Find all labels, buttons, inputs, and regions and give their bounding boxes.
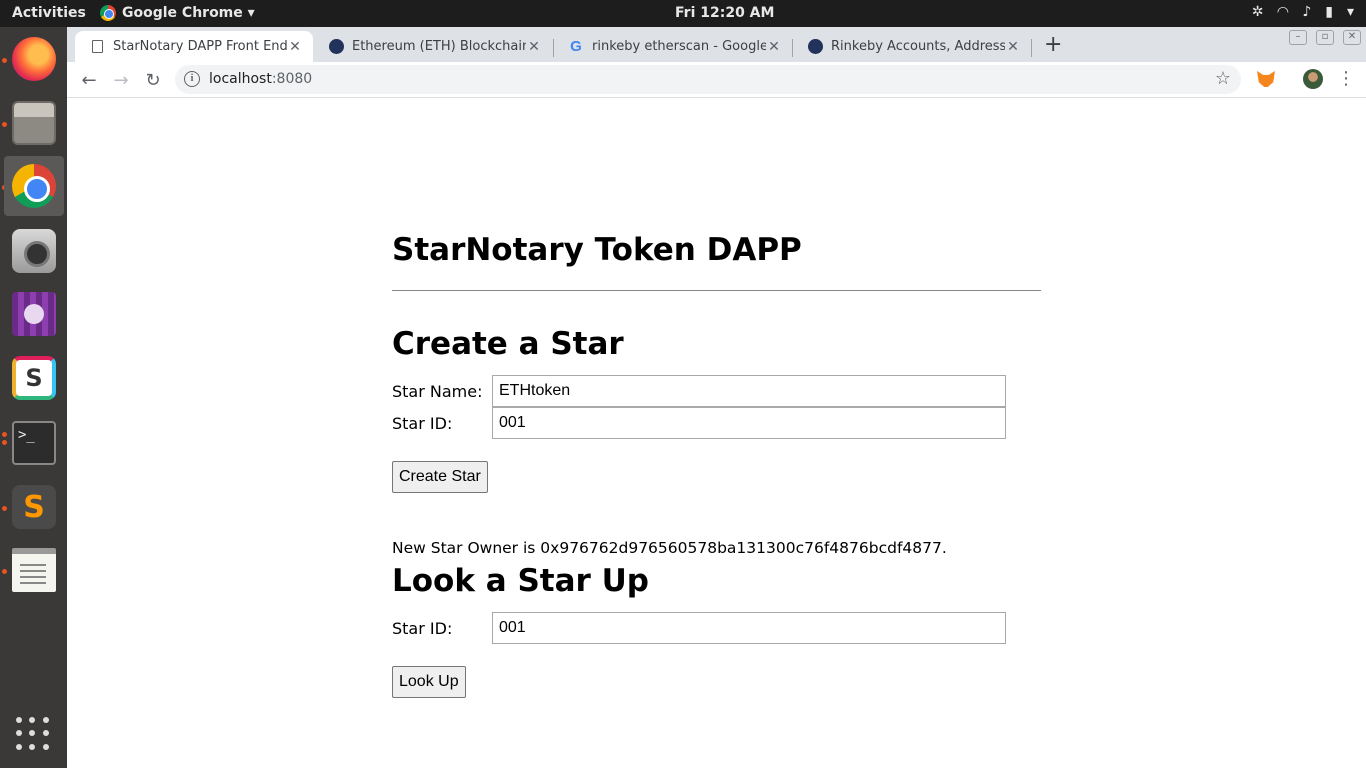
chrome-icon: [100, 5, 116, 21]
system-tray[interactable]: ✲ ◠ ♪ ▮ ▾: [1252, 4, 1354, 20]
star-name-input[interactable]: [492, 375, 1006, 407]
create-star-button[interactable]: Create Star: [392, 461, 488, 493]
back-button[interactable]: ←: [77, 68, 101, 92]
volume-icon[interactable]: ♪: [1302, 4, 1311, 20]
url-text[interactable]: localhost:8080: [209, 71, 312, 87]
metamask-fox-icon[interactable]: [1257, 71, 1275, 87]
etherscan-icon: [807, 39, 823, 54]
web-page: StarNotary Token DAPP Create a Star Star…: [67, 99, 1366, 768]
app-menu-label: Google Chrome ▾: [122, 5, 255, 21]
look-up-button[interactable]: Look Up: [392, 666, 466, 698]
star-id-label: Star ID:: [392, 414, 453, 433]
close-window-button[interactable]: ✕: [1343, 30, 1361, 45]
tab-title: Ethereum (ETH) Blockchain Explorer: [352, 39, 526, 54]
dock-camera[interactable]: [4, 221, 64, 281]
chevron-down-icon[interactable]: ▾: [1347, 4, 1354, 20]
lookup-star-id-label: Star ID:: [392, 619, 453, 638]
address-bar[interactable]: i localhost:8080 ☆: [175, 65, 1241, 94]
sublime-icon: [12, 485, 56, 529]
lookup-star-heading: Look a Star Up: [392, 563, 649, 599]
dock-sublime[interactable]: [4, 477, 64, 537]
tab-strip: StarNotary DAPP Front End ✕ Ethereum (ET…: [67, 27, 1366, 62]
tab-google-search[interactable]: G rinkeby etherscan - Google Search ✕: [554, 31, 792, 62]
reload-button[interactable]: ↻: [141, 68, 165, 92]
profile-avatar[interactable]: [1303, 69, 1323, 89]
page-title: StarNotary Token DAPP: [392, 232, 802, 268]
etherscan-icon: [328, 39, 344, 54]
create-star-heading: Create a Star: [392, 326, 624, 362]
star-name-label: Star Name:: [392, 382, 483, 401]
dock-video[interactable]: [4, 284, 64, 344]
close-icon[interactable]: ✕: [526, 39, 542, 55]
dock-firefox[interactable]: [4, 29, 64, 89]
close-icon[interactable]: ✕: [766, 39, 782, 55]
activities-button[interactable]: Activities: [12, 5, 86, 21]
new-tab-button[interactable]: +: [1044, 32, 1062, 57]
tab-etherscan[interactable]: Ethereum (ETH) Blockchain Explorer ✕: [314, 31, 552, 62]
forward-button[interactable]: →: [109, 68, 133, 92]
files-icon: [12, 101, 56, 145]
chrome-icon: [12, 164, 56, 208]
wifi-icon[interactable]: ◠: [1278, 4, 1289, 20]
dock-slack[interactable]: S: [4, 348, 64, 408]
dock-text-editor[interactable]: [4, 540, 64, 600]
tab-title: StarNotary DAPP Front End: [113, 39, 287, 54]
close-icon[interactable]: ✕: [287, 39, 303, 55]
firefox-icon: [12, 37, 56, 81]
menu-kebab-icon[interactable]: ⋮: [1337, 68, 1355, 89]
tab-title: Rinkeby Accounts, Addresses: [831, 39, 1005, 54]
terminal-icon: >_: [12, 421, 56, 465]
star-id-input[interactable]: [492, 407, 1006, 439]
maximize-button[interactable]: ▫: [1316, 30, 1334, 45]
lookup-star-id-input[interactable]: [492, 612, 1006, 644]
battery-icon[interactable]: ▮: [1325, 4, 1333, 20]
settings-cog-icon[interactable]: ✲: [1252, 4, 1264, 20]
minimize-button[interactable]: –: [1289, 30, 1307, 45]
info-icon[interactable]: i: [184, 71, 200, 87]
dock-files[interactable]: [4, 93, 64, 153]
title-divider: [392, 290, 1041, 291]
tab-separator: [1031, 39, 1032, 57]
close-icon[interactable]: ✕: [1005, 39, 1021, 55]
app-menu[interactable]: Google Chrome ▾: [100, 5, 255, 21]
star-owner-message: New Star Owner is 0x976762d976560578ba13…: [392, 539, 947, 557]
google-icon: G: [570, 38, 582, 55]
text-editor-icon: [12, 548, 56, 592]
system-top-bar: Activities Google Chrome ▾ Fri 12:20 AM …: [0, 0, 1366, 27]
page-icon: [91, 40, 103, 53]
dock: S >_: [0, 27, 67, 768]
slack-icon: S: [12, 356, 56, 400]
video-icon: [12, 292, 56, 336]
tab-title: rinkeby etherscan - Google Search: [592, 39, 766, 54]
tab-starnotary[interactable]: StarNotary DAPP Front End ✕: [75, 31, 313, 62]
clock[interactable]: Fri 12:20 AM: [675, 5, 774, 21]
camera-icon: [12, 229, 56, 273]
tab-rinkeby-accounts[interactable]: Rinkeby Accounts, Addresses ✕: [793, 31, 1031, 62]
dock-chrome[interactable]: [4, 156, 64, 216]
browser-toolbar: ← → ↻ i localhost:8080 ☆ ⋮: [67, 62, 1366, 98]
bookmark-star-icon[interactable]: ☆: [1215, 68, 1231, 89]
dock-terminal[interactable]: >_: [4, 413, 64, 473]
show-applications-icon[interactable]: [16, 717, 50, 751]
